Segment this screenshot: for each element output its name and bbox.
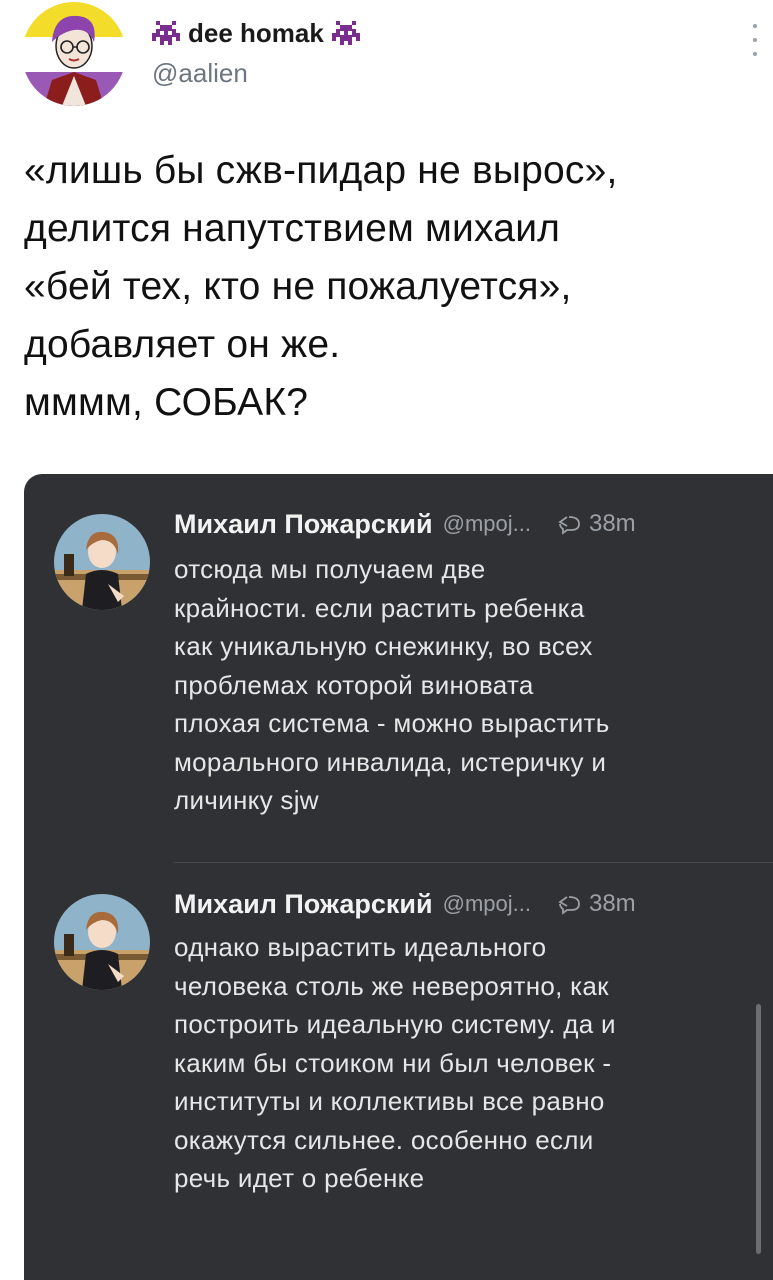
reply-line: крайности. если растить ребенка <box>174 592 585 623</box>
reply-tweet[interactable]: Михаил Пожарский @mpoj... 38m однако выр… <box>24 866 773 1276</box>
reply-body: однако вырастить идеального человека сто… <box>174 928 764 1198</box>
reply-line: отсюда мы получаем две <box>174 554 486 584</box>
reply-line: личинку sjw <box>174 785 319 815</box>
author-avatar[interactable] <box>22 2 126 106</box>
tweet-line: «лишь бы сжв-пидар не вырос», <box>24 149 618 192</box>
reply-divider <box>174 862 773 863</box>
tweet-line: «бей тех, кто не пожалуется», <box>24 265 572 308</box>
tweet-header: dee homak @aalien <box>0 0 773 120</box>
tweet-line: добавляет он же. <box>24 323 341 366</box>
more-options-icon[interactable] <box>751 24 759 56</box>
scrollbar[interactable] <box>756 1004 761 1254</box>
reply-timestamp: 38m <box>588 510 636 537</box>
reply-line: проблемах которой виновата <box>174 669 534 700</box>
display-name-text: dee homak <box>188 17 324 48</box>
avatar-icon <box>54 894 150 990</box>
tweet-text: «лишь бы сжв-пидар не вырос», делится на… <box>24 142 764 432</box>
reply-author-handle[interactable]: @mpoj... <box>443 891 531 917</box>
reply-icon <box>558 516 580 535</box>
author-display-name[interactable]: dee homak <box>152 16 360 50</box>
reply-line: речь идет о ребенке <box>174 1163 425 1193</box>
reply-line: построить идеальную систему. да и <box>174 1009 616 1039</box>
author-handle[interactable]: @aalien <box>152 58 248 89</box>
alien-invader-icon <box>331 21 360 45</box>
tweet-line: мммм, СОБАК? <box>24 381 309 424</box>
reply-line: как уникальную снежинку, во всех <box>174 631 593 661</box>
reply-author-avatar[interactable] <box>54 514 150 610</box>
embedded-screenshot[interactable]: Михаил Пожарский @mpoj... 38m отсюда мы … <box>24 474 773 1280</box>
reply-author-avatar[interactable] <box>54 894 150 990</box>
reply-author-name[interactable]: Михаил Пожарский <box>174 509 433 540</box>
reply-header: Михаил Пожарский @mpoj... 38m <box>174 504 764 544</box>
reply-line: человека столь же невероятно, как <box>174 970 609 1001</box>
avatar-icon <box>54 514 150 610</box>
tweet-line: делится напутствием михаил <box>24 207 561 250</box>
reply-line: каким бы стоиком ни был человек - <box>174 1047 612 1078</box>
reply-body: отсюда мы получаем две крайности. если р… <box>174 550 764 820</box>
avatar-icon <box>22 2 126 106</box>
reply-header: Михаил Пожарский @mpoj... 38m <box>174 884 764 924</box>
reply-line: однако вырастить идеального <box>174 932 547 962</box>
alien-invader-icon <box>152 21 180 45</box>
reply-line: плохая система - можно вырастить <box>174 708 610 738</box>
reply-line: морального инвалида, истеричку и <box>174 746 607 777</box>
reply-timestamp: 38m <box>588 890 636 917</box>
reply-line: институты и коллективы все равно <box>174 1086 605 1116</box>
reply-line: окажутся сильнее. особенно если <box>174 1124 594 1155</box>
reply-author-name[interactable]: Михаил Пожарский <box>174 889 433 920</box>
reply-icon <box>558 896 580 915</box>
reply-tweet[interactable]: Михаил Пожарский @mpoj... 38m отсюда мы … <box>24 474 773 862</box>
reply-author-handle[interactable]: @mpoj... <box>443 511 531 537</box>
